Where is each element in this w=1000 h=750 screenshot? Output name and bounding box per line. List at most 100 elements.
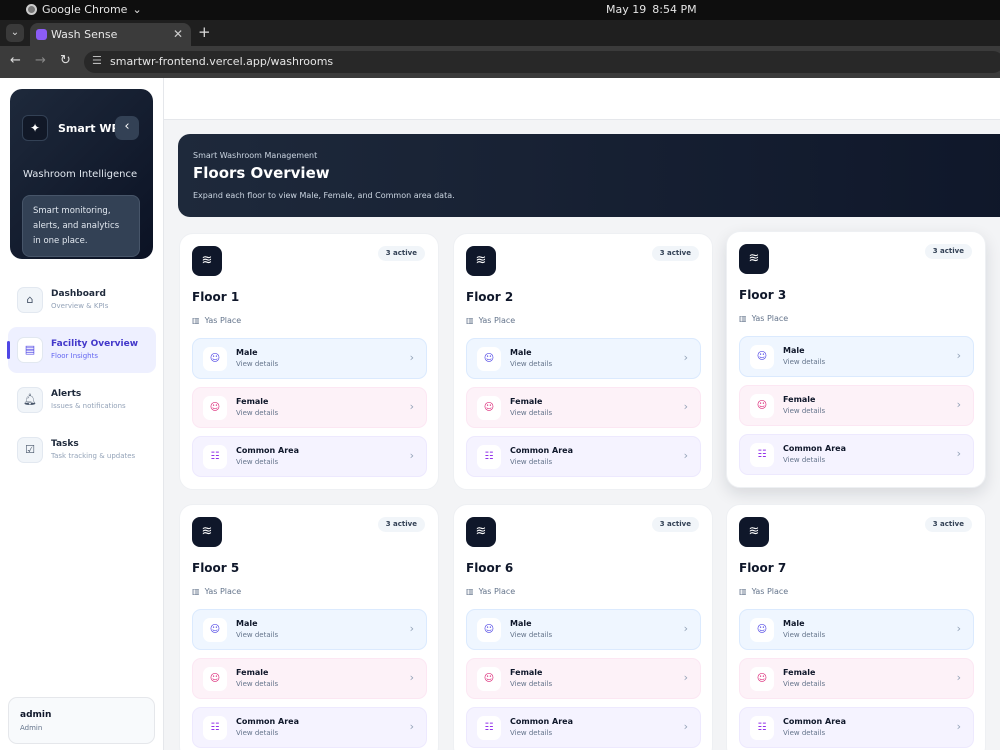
floor-name: Floor 2 [466,290,514,304]
sidebar-item-sub: Floor Insights [51,352,99,360]
floor-card[interactable]: ≋ 3 active Floor 5 ▥ Yas Place ☺ Male View deta… [179,504,439,750]
floor-card[interactable]: ≋ 3 active Floor 2 ▥ Yas Place ☺ Male View deta… [453,233,713,490]
area-label: Common Area [783,717,846,726]
address-bar[interactable]: ☰ smartwr-frontend.vercel.app/washrooms [84,51,1000,73]
brand-name: Smart WR [58,122,120,135]
floor-name: Floor 5 [192,561,240,575]
back-icon[interactable]: ← [10,53,21,68]
area-row-male[interactable]: ☺ Male View details › [466,609,701,650]
layers-icon: ≋ [466,517,496,547]
area-row-male[interactable]: ☺ Male View details › [466,338,701,379]
user-icon: ☺ [203,396,227,420]
browser-tab-bar: ⌄ Wash Sense ✕ + [0,20,1000,46]
user-card[interactable]: admin Admin [8,697,155,744]
forward-icon[interactable]: → [35,53,46,68]
chevron-right-icon: › [683,400,688,413]
area-sub: View details [236,680,279,688]
area-sub: View details [510,631,553,639]
area-row-male[interactable]: ☺ Male View details › [192,338,427,379]
os-clock[interactable]: May 19 8:54 PM [606,3,697,16]
new-tab-button[interactable]: + [198,23,211,41]
area-row-male[interactable]: ☺ Male View details › [739,609,974,650]
area-row-common[interactable]: ☷ Common Area View details › [192,436,427,477]
area-row-common[interactable]: ☷ Common Area View details › [466,436,701,477]
users-icon: ☷ [203,445,227,469]
site-settings-icon[interactable]: ☰ [92,54,102,67]
user-icon: ☺ [750,394,774,418]
user-icon: ☺ [750,618,774,642]
area-sub: View details [236,729,279,737]
area-label: Female [510,397,543,406]
floor-card[interactable]: ≋ 3 active Floor 6 ▥ Yas Place ☺ Male View deta… [453,504,713,750]
area-row-female[interactable]: ☺ Female View details › [466,387,701,428]
area-row-female[interactable]: ☺ Female View details › [466,658,701,699]
users-icon: ☷ [477,716,501,740]
area-row-male[interactable]: ☺ Male View details › [192,609,427,650]
area-sub: View details [510,409,553,417]
building-icon: ▤ [17,337,43,363]
sidebar-item-tasks[interactable]: ☑ Tasks Task tracking & updates [8,427,156,473]
sidebar-item-alerts[interactable]: 🔔︎ Alerts Issues & notifications [8,377,156,423]
area-row-female[interactable]: ☺ Female View details › [192,387,427,428]
area-row-common[interactable]: ☷ Common Area View details › [192,707,427,748]
sidebar-item-dashboard[interactable]: ⌂ Dashboard Overview & KPIs [8,277,156,323]
layers-icon: ≋ [192,246,222,276]
os-app-menu[interactable]: Google Chrome ⌄ [26,3,142,16]
floor-location: ▥ Yas Place [192,587,241,596]
area-row-female[interactable]: ☺ Female View details › [739,658,974,699]
area-row-female[interactable]: ☺ Female View details › [739,385,974,426]
sidebar-item-label: Facility Overview [51,339,139,349]
user-name: admin [20,710,52,720]
area-sub: View details [510,458,553,466]
floor-location: ▥ Yas Place [739,314,788,323]
area-label: Common Area [510,717,573,726]
sidebar-item-label: Tasks [51,439,79,449]
floor-name: Floor 7 [739,561,787,575]
area-row-common[interactable]: ☷ Common Area View details › [739,434,974,475]
active-badge: 3 active [651,246,699,261]
sidebar-item-sub: Overview & KPIs [51,302,109,310]
active-badge: 3 active [924,517,972,532]
user-icon: ☺ [750,345,774,369]
area-row-common[interactable]: ☷ Common Area View details › [739,707,974,748]
tab-search-button[interactable]: ⌄ [6,24,24,42]
sparkle-icon: ✦ [22,115,48,141]
area-sub: View details [510,680,553,688]
floor-location: ▥ Yas Place [466,587,515,596]
app-page: ✦ Smart WR ‹ Washroom Intelligence Smart… [0,78,1000,750]
reload-icon[interactable]: ↻ [60,53,71,68]
area-row-common[interactable]: ☷ Common Area View details › [466,707,701,748]
top-header [164,78,1000,120]
home-icon: ⌂ [17,287,43,313]
chevron-right-icon: › [956,720,961,733]
browser-tab[interactable]: Wash Sense ✕ [30,23,191,46]
area-label: Female [783,668,816,677]
area-label: Male [783,346,805,355]
os-date: May 19 [606,3,647,16]
floor-card[interactable]: ≋ 3 active Floor 1 ▥ Yas Place ☺ Male View deta… [179,233,439,490]
floor-name: Floor 3 [739,288,787,302]
sidebar: ✦ Smart WR ‹ Washroom Intelligence Smart… [0,78,164,750]
floor-card[interactable]: ≋ 3 active Floor 3 ▥ Yas Place ☺ Male View deta… [726,231,986,488]
floor-card[interactable]: ≋ 3 active Floor 7 ▥ Yas Place ☺ Male View deta… [726,504,986,750]
os-time: 8:54 PM [652,3,697,16]
layers-icon: ≋ [466,246,496,276]
active-badge: 3 active [377,517,425,532]
chevron-right-icon: › [409,622,414,635]
sidebar-item-label: Dashboard [51,289,106,299]
os-app-name: Google Chrome [42,3,128,16]
area-label: Female [783,395,816,404]
area-row-male[interactable]: ☺ Male View details › [739,336,974,377]
collapse-sidebar-button[interactable]: ‹ [115,116,139,140]
sidebar-item-facility-overview[interactable]: ▤ Facility Overview Floor Insights [7,327,156,373]
chevron-right-icon: › [409,400,414,413]
chevron-right-icon: › [683,622,688,635]
chevron-down-icon: ⌄ [132,3,142,16]
layers-icon: ≋ [192,517,222,547]
brand-subtitle: Washroom Intelligence [23,169,138,180]
close-tab-icon[interactable]: ✕ [173,27,183,41]
building-icon: ▥ [466,587,474,596]
area-row-female[interactable]: ☺ Female View details › [192,658,427,699]
area-sub: View details [510,360,553,368]
area-sub: View details [510,729,553,737]
